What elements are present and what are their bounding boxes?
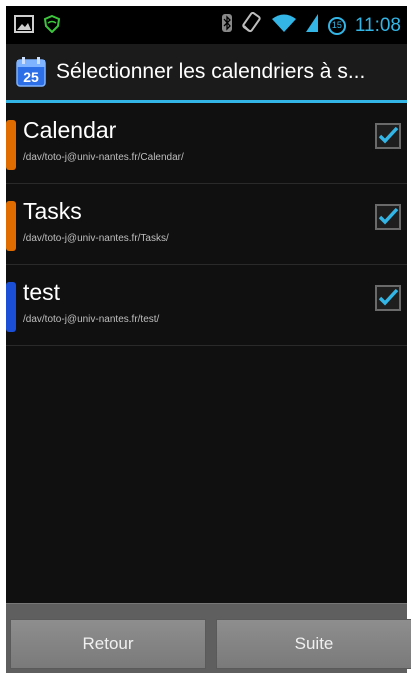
alarm-icon: 15 bbox=[327, 16, 347, 36]
calendar-path: /dav/toto-j@univ-nantes.fr/Calendar/ bbox=[23, 152, 184, 163]
calendar-checkbox[interactable] bbox=[375, 204, 401, 230]
calendar-row-test[interactable]: test /dav/toto-j@univ-nantes.fr/test/ bbox=[6, 265, 407, 346]
calendar-color-bar bbox=[6, 201, 16, 251]
image-icon bbox=[14, 15, 34, 38]
rotate-icon bbox=[241, 11, 263, 39]
shield-icon bbox=[43, 14, 61, 38]
clock: 11:08 bbox=[354, 14, 401, 36]
action-bar: 25 Sélectionner les calendriers à s... bbox=[6, 44, 407, 100]
calendar-checkbox[interactable] bbox=[375, 285, 401, 311]
calendar-path: /dav/toto-j@univ-nantes.fr/Tasks/ bbox=[23, 233, 169, 244]
back-button[interactable]: Retour bbox=[10, 619, 206, 669]
signal-icon bbox=[305, 13, 319, 38]
page-title: Sélectionner les calendriers à s... bbox=[56, 60, 366, 83]
calendar-name: test bbox=[23, 279, 61, 305]
calendar-name: Tasks bbox=[23, 198, 82, 224]
checkmark-icon bbox=[378, 126, 399, 144]
wifi-icon bbox=[271, 13, 297, 38]
calendar-checkbox[interactable] bbox=[375, 123, 401, 149]
bluetooth-icon bbox=[221, 13, 233, 38]
calendar-row-calendar[interactable]: Calendar /dav/toto-j@univ-nantes.fr/Cale… bbox=[6, 103, 407, 184]
calendar-color-bar bbox=[6, 120, 16, 170]
checkmark-icon bbox=[378, 288, 399, 306]
calendar-icon-number: 25 bbox=[23, 69, 39, 85]
alarm-badge: 15 bbox=[331, 19, 342, 30]
calendar-list: Calendar /dav/toto-j@univ-nantes.fr/Cale… bbox=[6, 103, 407, 603]
calendar-app-icon[interactable]: 25 bbox=[16, 57, 46, 87]
next-button[interactable]: Suite bbox=[216, 619, 411, 669]
status-bar: 15 11:08 bbox=[6, 6, 407, 44]
device-screen: 15 11:08 25 Sélectionner les calendriers… bbox=[6, 6, 411, 673]
button-bar: Retour Suite bbox=[6, 603, 411, 673]
calendar-path: /dav/toto-j@univ-nantes.fr/test/ bbox=[23, 314, 160, 325]
calendar-name: Calendar bbox=[23, 117, 117, 143]
calendar-color-bar bbox=[6, 282, 16, 332]
checkmark-icon bbox=[378, 207, 399, 225]
calendar-row-tasks[interactable]: Tasks /dav/toto-j@univ-nantes.fr/Tasks/ bbox=[6, 184, 407, 265]
